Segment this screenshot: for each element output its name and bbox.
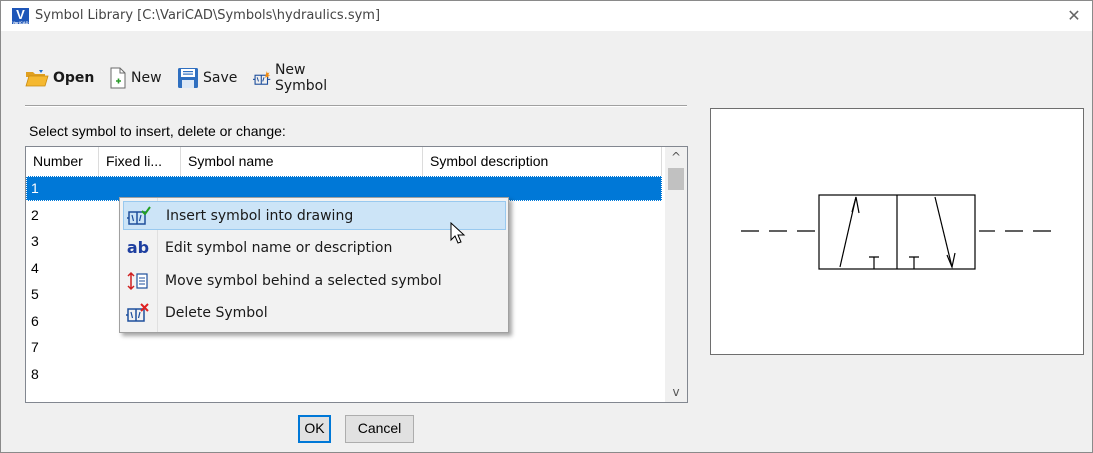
new-symbol-icon (253, 71, 271, 85)
row-number: 3 (31, 233, 39, 249)
row-number: 6 (31, 313, 39, 329)
valve-symbol-drawing (741, 194, 1051, 270)
column-header-number[interactable]: Number (26, 147, 99, 176)
title-bar: V VariCAD Symbol Library [C:\VariCAD\Sym… (1, 1, 1092, 31)
list-prompt: Select symbol to insert, delete or chang… (29, 123, 286, 139)
new-symbol-label: New Symbol (274, 62, 328, 94)
menu-item-move-symbol[interactable]: Move symbol behind a selected symbol (123, 266, 506, 295)
varicad-logo-icon: V VariCAD (12, 8, 29, 25)
cancel-button[interactable]: Cancel (345, 415, 414, 443)
toolbar-separator (25, 105, 687, 107)
menu-item-label: Move symbol behind a selected symbol (165, 272, 442, 289)
insert-symbol-icon (124, 205, 154, 227)
column-header-symbol-name[interactable]: Symbol name (181, 147, 423, 176)
table-row[interactable]: 7 (26, 335, 662, 360)
ab-glyph: ab (126, 238, 150, 257)
mouse-pointer-icon (450, 222, 466, 244)
ok-button[interactable]: OK (298, 415, 331, 443)
vertical-scrollbar[interactable]: ^ v (665, 147, 687, 402)
save-disk-icon (178, 68, 198, 88)
symbol-library-dialog: V VariCAD Symbol Library [C:\VariCAD\Sym… (0, 0, 1093, 453)
symbol-preview (710, 108, 1084, 355)
menu-item-delete-symbol[interactable]: Delete Symbol (123, 298, 506, 327)
save-label: Save (203, 70, 238, 86)
column-header-symbol-description[interactable]: Symbol description (423, 147, 662, 176)
new-button[interactable]: New (109, 65, 162, 91)
logo-sub: VariCAD (12, 20, 29, 25)
scroll-up-icon[interactable]: ^ (665, 147, 687, 167)
row-number: 2 (31, 207, 39, 223)
row-number: 5 (31, 286, 39, 302)
open-label: Open (53, 70, 95, 86)
row-number: 1 (31, 180, 39, 196)
arrow-head-right (946, 252, 956, 270)
scroll-down-icon[interactable]: v (665, 382, 687, 402)
menu-item-insert-symbol[interactable]: Insert symbol into drawing (123, 201, 506, 230)
blocked-port-left (869, 256, 879, 269)
menu-item-label: Delete Symbol (165, 304, 268, 321)
folder-open-icon (25, 70, 49, 87)
move-order-icon (123, 270, 153, 292)
close-button[interactable]: ✕ (1064, 6, 1084, 26)
menu-item-edit-name[interactable]: ab Edit symbol name or description (123, 233, 506, 262)
row-number: 4 (31, 260, 39, 276)
ab-text-icon: ab (123, 237, 153, 259)
list-header: Number Fixed li... Symbol name Symbol de… (26, 147, 666, 176)
new-label: New (131, 70, 162, 86)
column-header-fixed[interactable]: Fixed li... (99, 147, 181, 176)
open-button[interactable]: Open (25, 65, 94, 91)
new-symbol-button[interactable]: New Symbol (253, 62, 335, 94)
row-number: 7 (31, 339, 39, 355)
scroll-thumb[interactable] (668, 168, 684, 190)
new-file-icon (110, 67, 126, 89)
delete-symbol-icon (123, 302, 153, 324)
blocked-port-right (909, 256, 919, 269)
window-title: Symbol Library [C:\VariCAD\Symbols\hydra… (35, 8, 381, 23)
table-row[interactable]: 8 (26, 362, 662, 387)
context-menu: Insert symbol into drawing ab Edit symbo… (119, 197, 509, 333)
menu-item-label: Edit symbol name or description (165, 239, 393, 256)
flow-arrow-right (934, 196, 953, 268)
row-number: 8 (31, 366, 39, 382)
menu-item-label: Insert symbol into drawing (166, 207, 354, 224)
save-button[interactable]: Save (177, 65, 237, 91)
